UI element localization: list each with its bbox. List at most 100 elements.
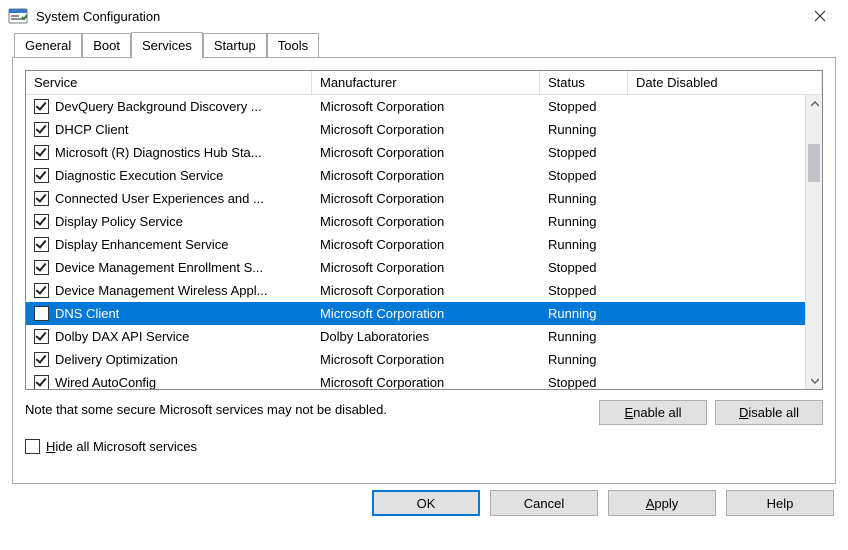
tab-startup[interactable]: Startup — [203, 33, 267, 58]
service-checkbox[interactable] — [34, 375, 49, 389]
services-list[interactable]: Service Manufacturer Status Date Disable… — [25, 70, 823, 390]
table-row[interactable]: Delivery Optimization Microsoft Corporati… — [26, 348, 808, 371]
service-checkbox[interactable] — [34, 352, 49, 367]
close-button[interactable] — [800, 2, 840, 30]
service-cell: Dolby DAX API Service — [26, 329, 312, 344]
table-row[interactable]: Diagnostic Execution ServiceMicrosoft Co… — [26, 164, 808, 187]
table-row[interactable]: DevQuery Background Discovery ... Microso… — [26, 95, 808, 118]
service-name: Display Policy Service — [55, 214, 183, 229]
table-row[interactable]: DHCP Client Microsoft CorporationRunning — [26, 118, 808, 141]
scroll-up-arrow[interactable] — [806, 95, 822, 112]
manufacturer-cell: Microsoft Corporation — [312, 237, 540, 252]
apply-button[interactable]: Apply — [608, 490, 716, 516]
list-header: Service Manufacturer Status Date Disable… — [26, 71, 822, 95]
service-name: Diagnostic Execution Service — [55, 168, 223, 183]
manufacturer-cell: Microsoft Corporation — [312, 352, 540, 367]
tab-tools[interactable]: Tools — [267, 33, 319, 58]
service-checkbox[interactable] — [34, 237, 49, 252]
status-cell: Running — [540, 191, 628, 206]
col-date-disabled[interactable]: Date Disabled — [628, 71, 822, 95]
hide-microsoft-label[interactable]: Hide all Microsoft services — [46, 439, 197, 454]
service-checkbox[interactable] — [34, 283, 49, 298]
list-body: DevQuery Background Discovery ... Microso… — [26, 95, 822, 389]
service-checkbox[interactable] — [34, 99, 49, 114]
service-checkbox[interactable] — [34, 122, 49, 137]
service-checkbox[interactable] — [34, 168, 49, 183]
service-checkbox[interactable] — [34, 260, 49, 275]
service-name: Device Management Wireless Appl... — [55, 283, 267, 298]
service-name: Connected User Experiences and ... — [55, 191, 264, 206]
table-row[interactable]: Connected User Experiences and ...Micros… — [26, 187, 808, 210]
services-panel: Service Manufacturer Status Date Disable… — [12, 58, 836, 484]
service-name: DNS Client — [55, 306, 119, 321]
table-row[interactable]: DNS Client Microsoft CorporationRunning — [26, 302, 808, 325]
service-name: Delivery Optimization — [55, 352, 178, 367]
col-status[interactable]: Status — [540, 71, 628, 95]
status-cell: Stopped — [540, 145, 628, 160]
service-checkbox[interactable] — [34, 214, 49, 229]
enable-all-button[interactable]: Enable all — [599, 400, 707, 425]
service-name: Device Management Enrollment S... — [55, 260, 263, 275]
service-checkbox[interactable] — [34, 191, 49, 206]
status-cell: Running — [540, 122, 628, 137]
status-cell: Stopped — [540, 260, 628, 275]
service-cell: DHCP Client — [26, 122, 312, 137]
manufacturer-cell: Dolby Laboratories — [312, 329, 540, 344]
close-icon — [814, 10, 826, 22]
status-cell: Running — [540, 329, 628, 344]
service-cell: Device Management Wireless Appl... — [26, 283, 312, 298]
dialog-button-bar: OK Cancel Apply Help — [0, 490, 848, 526]
manufacturer-cell: Microsoft Corporation — [312, 214, 540, 229]
status-cell: Stopped — [540, 375, 628, 389]
status-cell: Stopped — [540, 168, 628, 183]
service-cell: Microsoft (R) Diagnostics Hub Sta... — [26, 145, 312, 160]
status-cell: Running — [540, 237, 628, 252]
help-button[interactable]: Help — [726, 490, 834, 516]
title-bar: System Configuration — [0, 0, 848, 32]
col-manufacturer[interactable]: Manufacturer — [312, 71, 540, 95]
service-checkbox[interactable] — [34, 306, 49, 321]
service-checkbox[interactable] — [34, 145, 49, 160]
scroll-track[interactable] — [806, 112, 822, 372]
tab-boot[interactable]: Boot — [82, 33, 131, 58]
status-cell: Stopped — [540, 99, 628, 114]
tab-strip: General Boot Services Startup Tools — [0, 32, 848, 58]
service-cell: Connected User Experiences and ... — [26, 191, 312, 206]
service-name: DHCP Client — [55, 122, 128, 137]
scroll-down-arrow[interactable] — [806, 372, 822, 389]
vertical-scrollbar[interactable] — [805, 95, 822, 389]
manufacturer-cell: Microsoft Corporation — [312, 306, 540, 321]
manufacturer-cell: Microsoft Corporation — [312, 283, 540, 298]
table-row[interactable]: Microsoft (R) Diagnostics Hub Sta...Micr… — [26, 141, 808, 164]
hide-microsoft-checkbox[interactable] — [25, 439, 40, 454]
status-cell: Running — [540, 214, 628, 229]
status-cell: Running — [540, 306, 628, 321]
service-name: Dolby DAX API Service — [55, 329, 189, 344]
manufacturer-cell: Microsoft Corporation — [312, 99, 540, 114]
tab-general[interactable]: General — [14, 33, 82, 58]
window-title: System Configuration — [36, 9, 800, 24]
service-cell: Device Management Enrollment S... — [26, 260, 312, 275]
ok-button[interactable]: OK — [372, 490, 480, 516]
service-checkbox[interactable] — [34, 329, 49, 344]
table-row[interactable]: Display Policy Service Microsoft Corporat… — [26, 210, 808, 233]
cancel-button[interactable]: Cancel — [490, 490, 598, 516]
col-service[interactable]: Service — [26, 71, 312, 95]
table-row[interactable]: Wired AutoConfigMicrosoft CorporationSto… — [26, 371, 808, 389]
service-cell: DevQuery Background Discovery ... — [26, 99, 312, 114]
manufacturer-cell: Microsoft Corporation — [312, 122, 540, 137]
service-cell: Display Policy Service — [26, 214, 312, 229]
disable-all-button[interactable]: Disable all — [715, 400, 823, 425]
app-icon — [8, 6, 28, 26]
table-row[interactable]: Device Management Wireless Appl... Micros… — [26, 279, 808, 302]
service-name: Wired AutoConfig — [55, 375, 156, 389]
chevron-up-icon — [811, 101, 819, 107]
table-row[interactable]: Dolby DAX API Service Dolby LaboratoriesR… — [26, 325, 808, 348]
service-cell: Display Enhancement Service — [26, 237, 312, 252]
table-row[interactable]: Display Enhancement ServiceMicrosoft Cor… — [26, 233, 808, 256]
table-row[interactable]: Device Management Enrollment S...Microso… — [26, 256, 808, 279]
scroll-thumb[interactable] — [808, 144, 820, 182]
manufacturer-cell: Microsoft Corporation — [312, 145, 540, 160]
service-name: DevQuery Background Discovery ... — [55, 99, 262, 114]
tab-services[interactable]: Services — [131, 32, 203, 59]
